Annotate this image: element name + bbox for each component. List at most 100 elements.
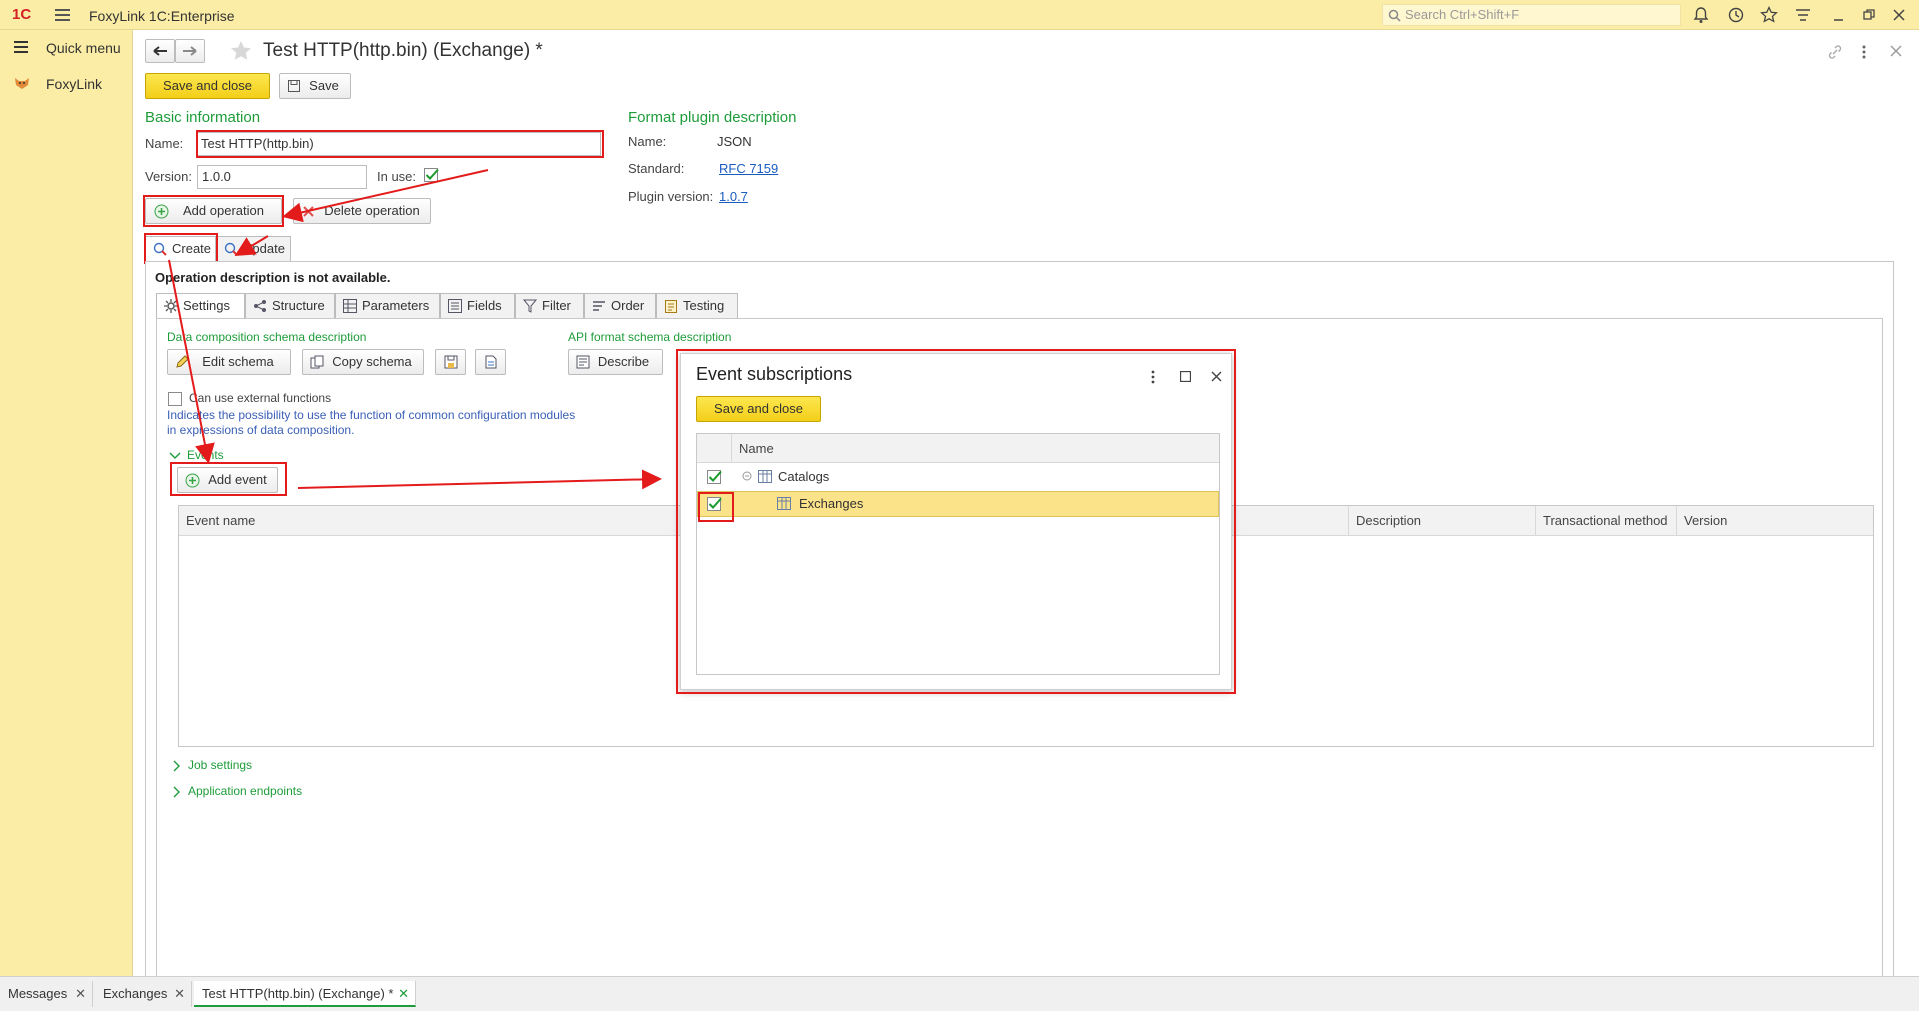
add-operation-button[interactable]: Add operation [145, 198, 282, 224]
api-heading: API format schema description [568, 330, 732, 344]
tab-fields-label: Fields [467, 298, 502, 313]
column-transactional-method[interactable]: Transactional method [1536, 506, 1677, 536]
tab-order-label: Order [611, 298, 645, 313]
forward-button[interactable] [175, 39, 205, 63]
plugin-version-link[interactable]: 1.0.7 [719, 189, 748, 204]
standard-label: Standard: [628, 161, 685, 176]
tab-structure[interactable]: Structure [245, 293, 335, 319]
tab-update[interactable]: Update [216, 236, 291, 262]
chevron-down-icon[interactable] [169, 451, 181, 461]
sidebar-item-quick-menu[interactable]: Quick menu [0, 32, 133, 64]
delete-x-icon [302, 205, 315, 218]
tree-row-exchanges[interactable]: Exchanges [697, 491, 1219, 517]
catalogs-checkbox[interactable] [707, 469, 723, 485]
basic-info-heading: Basic information [145, 109, 261, 126]
tab-filter[interactable]: Filter [515, 293, 584, 319]
close-tab-icon[interactable]: ✕ [174, 981, 185, 1007]
create-icon [153, 242, 168, 257]
main-menu-icon[interactable] [55, 9, 70, 21]
exchanges-checkbox[interactable] [707, 496, 723, 512]
close-icon[interactable] [1893, 9, 1905, 21]
app-title: FoxyLink 1C:Enterprise [89, 8, 235, 24]
tab-create[interactable]: Create [145, 236, 216, 262]
chevron-right-icon[interactable] [172, 760, 182, 772]
dialog-close-icon[interactable] [1211, 371, 1222, 382]
star-icon[interactable] [1760, 6, 1778, 24]
bottom-tab-messages[interactable]: Messages ✕ [0, 981, 93, 1007]
column-description[interactable]: Description [1349, 506, 1536, 536]
column-name[interactable]: Name [739, 441, 774, 456]
chevron-right-icon[interactable] [172, 786, 182, 798]
plugin-name-label: Name: [628, 134, 667, 149]
add-event-label: Add event [208, 472, 267, 487]
arrow-right-icon [176, 40, 204, 62]
tab-testing-label: Testing [683, 298, 725, 313]
search-icon [1388, 9, 1401, 22]
dialog-maximize-icon[interactable] [1180, 371, 1191, 382]
list-icon[interactable] [1795, 8, 1811, 22]
more-vertical-icon[interactable] [1861, 44, 1867, 60]
bottom-tab-label: Exchanges [103, 986, 168, 1001]
search-input[interactable]: Search Ctrl+Shift+F [1382, 4, 1681, 26]
form-close-icon[interactable] [1890, 45, 1902, 57]
link-icon[interactable] [1827, 44, 1843, 60]
menu-icon [14, 40, 28, 54]
standard-link[interactable]: RFC 7159 [719, 161, 778, 176]
column-version[interactable]: Version [1677, 506, 1873, 536]
tab-filter-label: Filter [542, 298, 571, 313]
version-field[interactable]: 1.0.0 [197, 165, 367, 189]
back-button[interactable] [145, 39, 175, 63]
restore-icon[interactable] [1863, 9, 1875, 21]
tab-fields[interactable]: Fields [440, 293, 515, 319]
open-schema-button[interactable] [475, 349, 506, 375]
tree-row-catalogs[interactable]: Catalogs [697, 463, 1219, 491]
bell-icon[interactable] [1693, 6, 1709, 24]
close-tab-icon[interactable]: ✕ [398, 981, 409, 1007]
dcs-heading: Data composition schema description [167, 330, 367, 344]
copy-schema-button[interactable]: Copy schema [302, 349, 424, 375]
add-event-button[interactable]: Add event [177, 467, 278, 493]
tab-parameters[interactable]: Parameters [335, 293, 440, 319]
plus-circle-icon [185, 473, 200, 488]
delete-operation-label: Delete operation [324, 203, 420, 218]
bottom-tab-current[interactable]: Test HTTP(http.bin) (Exchange) * ✕ [194, 981, 416, 1007]
describe-icon [576, 355, 590, 369]
close-tab-icon[interactable]: ✕ [75, 981, 86, 1007]
save-button[interactable]: Save [279, 73, 351, 99]
plus-circle-icon [154, 204, 169, 219]
external-functions-checkbox[interactable] [168, 392, 182, 406]
tab-structure-label: Structure [272, 298, 325, 313]
dialog-save-and-close-button[interactable]: Save and close [696, 396, 821, 422]
collapse-icon[interactable] [742, 471, 752, 481]
describe-button[interactable]: Describe [568, 349, 663, 375]
bottom-tab-label: Test HTTP(http.bin) (Exchange) * [202, 986, 394, 1001]
event-subscriptions-dialog: Event subscriptions Save and close Name … [680, 353, 1232, 690]
tab-settings-label: Settings [183, 298, 230, 313]
minimize-icon[interactable] [1833, 10, 1845, 22]
name-label: Name: [145, 136, 184, 151]
bottom-tab-exchanges[interactable]: Exchanges ✕ [95, 981, 192, 1007]
tab-testing[interactable]: Testing [656, 293, 738, 319]
history-icon[interactable] [1727, 6, 1745, 24]
sidebar-item-foxylink[interactable]: FoxyLink [0, 68, 133, 100]
plugin-heading: Format plugin description [628, 109, 797, 126]
in-use-checkbox[interactable] [424, 167, 439, 182]
plugin-version-label: Plugin version: [628, 189, 714, 204]
tab-settings[interactable]: Settings [156, 293, 245, 319]
name-field[interactable]: Test HTTP(http.bin) [196, 132, 601, 156]
favorite-star-icon[interactable] [229, 40, 253, 62]
table-icon [343, 299, 357, 313]
app-endpoints-link[interactable]: Application endpoints [188, 784, 302, 798]
events-section-label[interactable]: Events [187, 448, 224, 462]
save-and-close-button[interactable]: Save and close [145, 73, 270, 99]
sidebar-item-label: FoxyLink [46, 76, 103, 92]
floppy-icon [288, 80, 300, 92]
dialog-more-icon[interactable] [1150, 370, 1156, 384]
tab-order[interactable]: Order [584, 293, 656, 319]
job-settings-link[interactable]: Job settings [188, 758, 252, 772]
edit-schema-button[interactable]: Edit schema [167, 349, 291, 375]
save-schema-button[interactable] [435, 349, 466, 375]
delete-operation-button[interactable]: Delete operation [293, 198, 431, 224]
version-label: Version: [145, 169, 192, 184]
copy-schema-label: Copy schema [332, 354, 412, 369]
